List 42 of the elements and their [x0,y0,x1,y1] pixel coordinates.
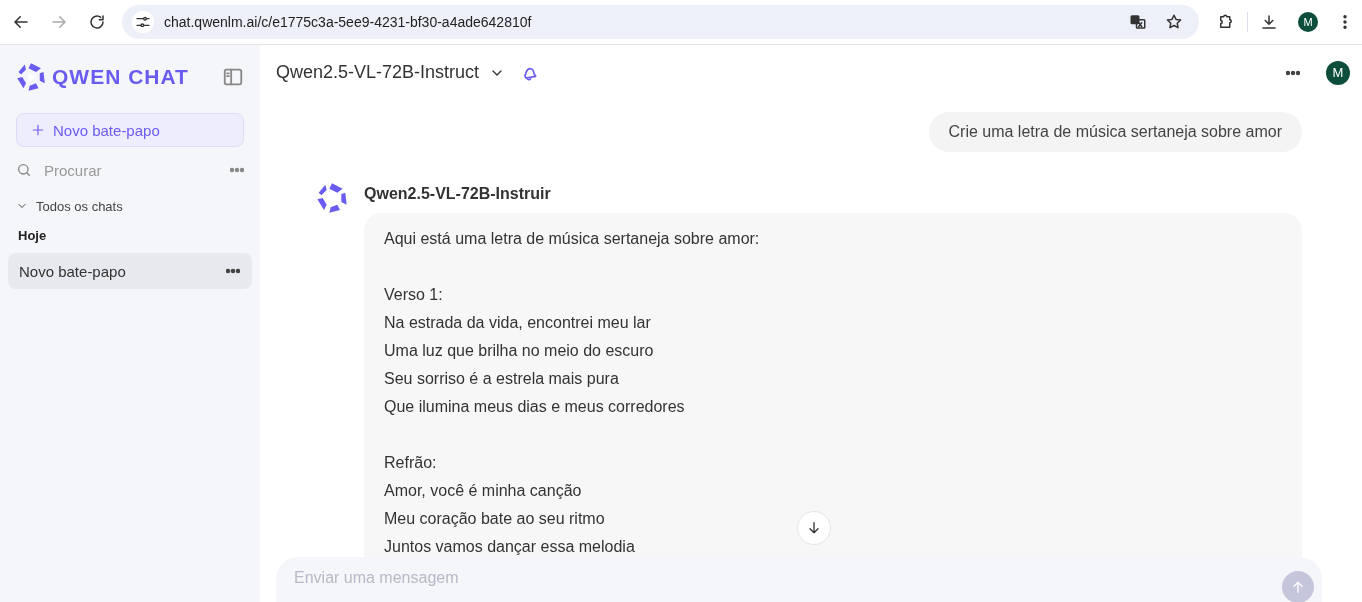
arrow-up-icon [1290,579,1306,595]
address-bar[interactable]: chat.qwenlm.ai/c/e1775c3a-5ee9-4231-bf30-a4ade642810f [122,5,1199,39]
message-line: Que ilumina meus dias e meus corredores [384,397,685,417]
message-line: Seu sorriso é a estrela mais pura [384,369,619,389]
chat-title: Novo bate-papo [19,262,126,280]
more-icon[interactable] [226,268,240,274]
user-message: Crie uma letra de música sertaneja sobre amor [928,112,1302,152]
puzzle-icon[interactable] [1217,13,1235,31]
message-field[interactable]: Enviar uma mensagem [276,557,1322,602]
translate-icon[interactable] [1129,13,1147,31]
section-toggle[interactable]: Todos os chats [36,198,123,214]
message-line: Verso 1: [384,285,443,305]
model-selector[interactable]: Qwen2.5-VL-72B-Instruct [276,62,506,83]
message-line: Amor, você é minha canção [384,481,582,501]
new-chat-button[interactable]: Novo bate-papo [16,113,244,147]
reload-icon[interactable] [88,13,106,31]
logo-text: QWEN CHAT [52,65,189,89]
chat-list-item[interactable]: Novo bate-papo [8,253,252,289]
message-line: Uma luz que brilha no meio do escuro [384,341,654,361]
logo-icon [16,62,46,92]
message-line: Aqui está uma letra de música sertaneja sobre amor: [384,229,760,249]
assistant-name: Qwen2.5-VL-72B-Instruir [364,184,552,204]
message-input[interactable]: Enviar uma mensagem [292,568,1282,588]
more-icon[interactable] [1286,69,1300,76]
plus-icon [31,123,45,137]
message-line: Juntos vamos dançar essa melodia [384,537,635,557]
arrow-down-icon [806,520,822,536]
message-line: Refrão: [384,453,437,473]
group-label: Hoje [17,227,48,245]
back-icon[interactable] [12,13,30,31]
star-icon[interactable] [1165,13,1183,31]
message-line: Na estrada da vida, encontrei meu lar [384,313,651,333]
message-line: Meu coração bate ao seu ritmo [384,509,605,529]
sidebar-toggle-icon[interactable] [222,66,244,88]
search-icon [16,162,32,178]
profile-avatar[interactable]: M [1298,12,1318,32]
assistant-logo-icon [316,182,348,214]
url-text: chat.qwenlm.ai/c/e1775c3a-5ee9-4231-bf30-a4ade642810f [164,14,532,30]
search-field[interactable]: Procurar [42,160,196,180]
site-settings-icon[interactable] [132,11,154,33]
download-icon[interactable] [1260,13,1278,31]
user-avatar[interactable]: M [1326,60,1350,85]
